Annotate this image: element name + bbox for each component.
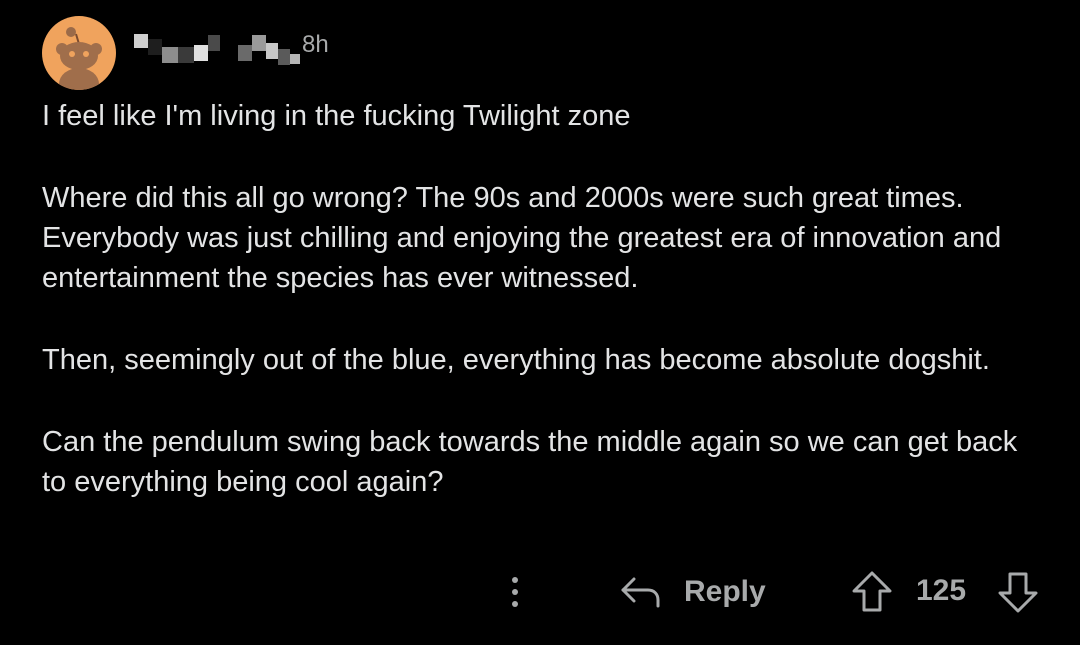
- comment-paragraph: Can the pendulum swing back towards the …: [42, 426, 1018, 498]
- redaction-block: [252, 35, 266, 51]
- comment-paragraph: I feel like I'm living in the fucking Tw…: [42, 100, 631, 132]
- comment-paragraph: Where did this all go wrong? The 90s and…: [42, 182, 1002, 294]
- comment-body: I feel like I'm living in the fucking Tw…: [42, 96, 1032, 544]
- redaction-block: [178, 47, 194, 63]
- more-options-button[interactable]: [500, 570, 530, 614]
- comment-paragraph: Then, seemingly out of the blue, everyth…: [42, 344, 990, 376]
- redaction-gap: [220, 39, 238, 55]
- redaction-block: [134, 34, 148, 48]
- comment-card: 8h I feel like I'm living in the fucking…: [0, 0, 1080, 645]
- redaction-block: [148, 39, 162, 55]
- redaction-block: [278, 49, 290, 65]
- upvote-arrow-icon: [852, 571, 892, 612]
- redaction-block: [208, 35, 220, 51]
- upvote-button[interactable]: [850, 570, 894, 614]
- redaction-block: [238, 45, 252, 61]
- redaction-block: [266, 43, 278, 59]
- comment-header: 8h: [42, 16, 329, 90]
- reddit-snoo-avatar-icon: [56, 27, 102, 90]
- comment-actions: Reply 125: [0, 568, 1080, 616]
- reply-label: Reply: [684, 575, 766, 608]
- downvote-button[interactable]: [996, 570, 1040, 614]
- reply-arrow-icon: [621, 577, 660, 608]
- redaction-block: [194, 45, 208, 61]
- reply-button[interactable]: Reply: [620, 570, 766, 614]
- avatar[interactable]: [42, 16, 116, 90]
- redaction-block: [162, 47, 178, 63]
- vote-score: 125: [916, 574, 967, 607]
- timestamp: 8h: [302, 31, 329, 58]
- redaction-block: [290, 54, 300, 64]
- downvote-arrow-icon: [998, 572, 1038, 613]
- username-redacted[interactable]: [134, 32, 300, 65]
- more-vertical-icon: [512, 577, 518, 607]
